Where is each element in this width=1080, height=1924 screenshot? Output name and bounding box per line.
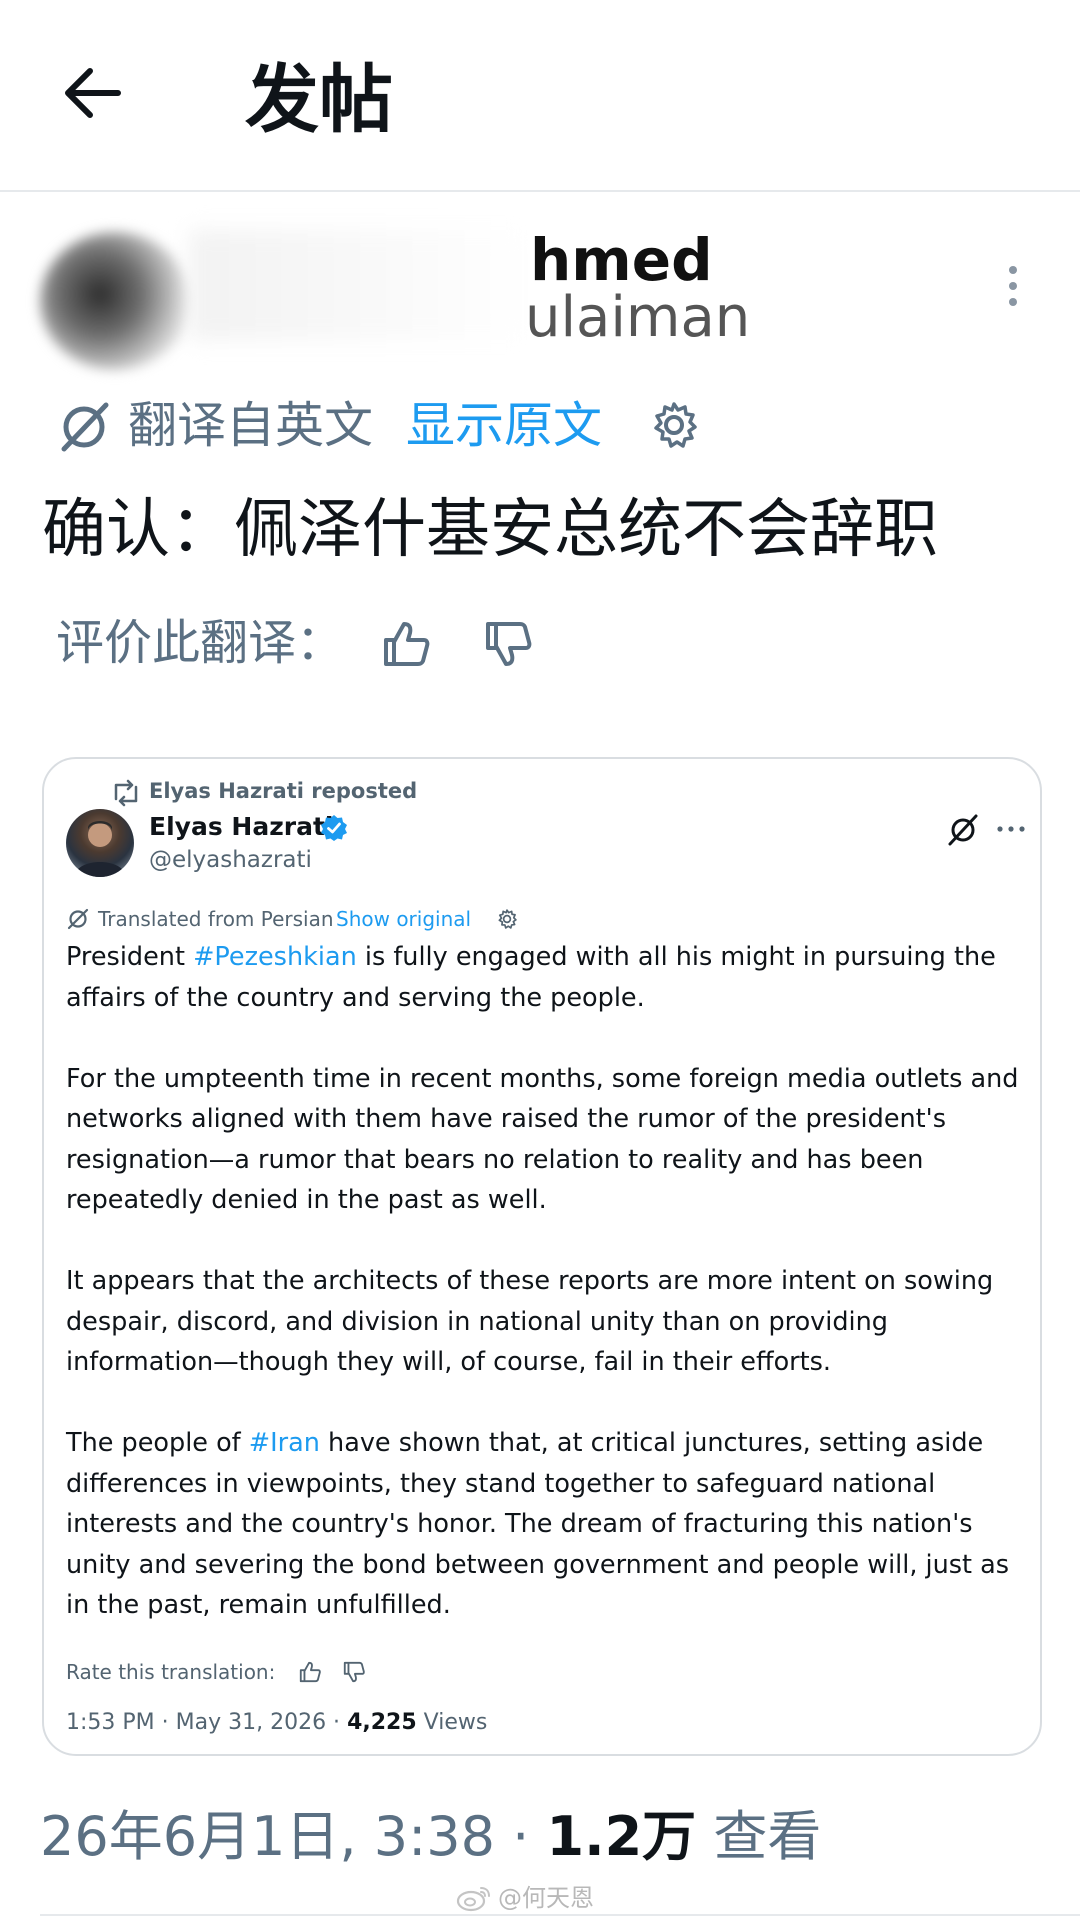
thumbs-up-icon[interactable] (298, 1660, 322, 1684)
page-title: 发帖 (245, 57, 393, 143)
views-count: 4,225 (347, 1710, 417, 1735)
show-original-link[interactable]: 显示原文 (406, 393, 602, 459)
repost-label: Elyas Hazrati reposted (149, 779, 418, 803)
thumbs-up-icon[interactable] (380, 618, 432, 670)
timestamp[interactable]: 26年6月1日, 3:38 · (40, 1805, 547, 1868)
embedded-screenshot-card[interactable]: Elyas Hazrati reposted Elyas Hazrati @el… (42, 757, 1042, 1756)
paragraph: The people of #Iran have shown that, at … (66, 1423, 1021, 1626)
tweet-text: 确认：佩泽什基安总统不会辞职 (42, 493, 938, 567)
paragraph: It appears that the architects of these … (66, 1261, 1021, 1383)
weibo-logo-icon (456, 1887, 490, 1912)
hashtag-link[interactable]: #Iran (249, 1428, 320, 1458)
text: The people of (66, 1428, 249, 1458)
translated-from-label: 翻译自英文 (128, 397, 374, 454)
rate-translation-label: Rate this translation: (66, 1660, 276, 1684)
thumbs-down-icon[interactable] (482, 618, 534, 670)
paragraph: For the umpteenth time in recent months,… (66, 1059, 1021, 1221)
hashtag-link[interactable]: #Pezeshkian (193, 942, 357, 972)
show-original-link[interactable]: Show original (336, 901, 471, 937)
views-count: 1.2万 (546, 1805, 697, 1868)
avatar[interactable] (66, 809, 134, 877)
text: It appears that the architects of these … (66, 1266, 994, 1377)
timestamp[interactable]: 1:53 PM · May 31, 2026 · (66, 1710, 347, 1735)
person-silhouette (74, 821, 126, 877)
author-info[interactable]: hmed ulaiman (190, 225, 750, 355)
repost-icon (114, 779, 138, 807)
quoted-author-handle: @elyashazrati (149, 847, 312, 873)
avatar[interactable] (40, 232, 190, 370)
back-arrow-icon[interactable] (58, 58, 128, 128)
paragraph: President #Pezeshkian is fully engaged w… (66, 937, 1021, 1018)
text: For the umpteenth time in recent months,… (66, 1063, 1019, 1216)
blurred-name (190, 230, 530, 340)
watermark-text: @何天恩 (498, 1884, 594, 1912)
quoted-timestamp-views: 1:53 PM · May 31, 2026 · 4,225 Views (66, 1705, 487, 1741)
gear-icon[interactable] (496, 908, 518, 930)
quoted-tweet-body: President #Pezeshkian is fully engaged w… (66, 937, 1021, 1666)
verified-badge-icon (321, 815, 347, 841)
top-bar (0, 0, 1080, 192)
more-vertical-icon[interactable] (996, 262, 1030, 310)
quoted-author-name[interactable]: Elyas Hazrati (149, 809, 333, 845)
translated-from-label: Translated from Persian (98, 907, 334, 931)
grok-translate-icon (61, 402, 109, 452)
grok-icon[interactable] (946, 813, 980, 847)
grok-translate-icon (67, 908, 89, 930)
more-horizontal-icon[interactable] (994, 819, 1028, 839)
views-label: 查看 (696, 1805, 822, 1868)
gear-icon[interactable] (648, 399, 700, 451)
rate-translation-label: 评价此翻译： (56, 615, 345, 671)
post-timestamp-views: 26年6月1日, 3:38 · 1.2万 查看 (40, 1800, 821, 1874)
thumbs-down-icon[interactable] (342, 1660, 366, 1684)
author-handle: ulaiman (525, 285, 751, 350)
views-label: Views (416, 1710, 488, 1735)
text: President (66, 942, 194, 972)
